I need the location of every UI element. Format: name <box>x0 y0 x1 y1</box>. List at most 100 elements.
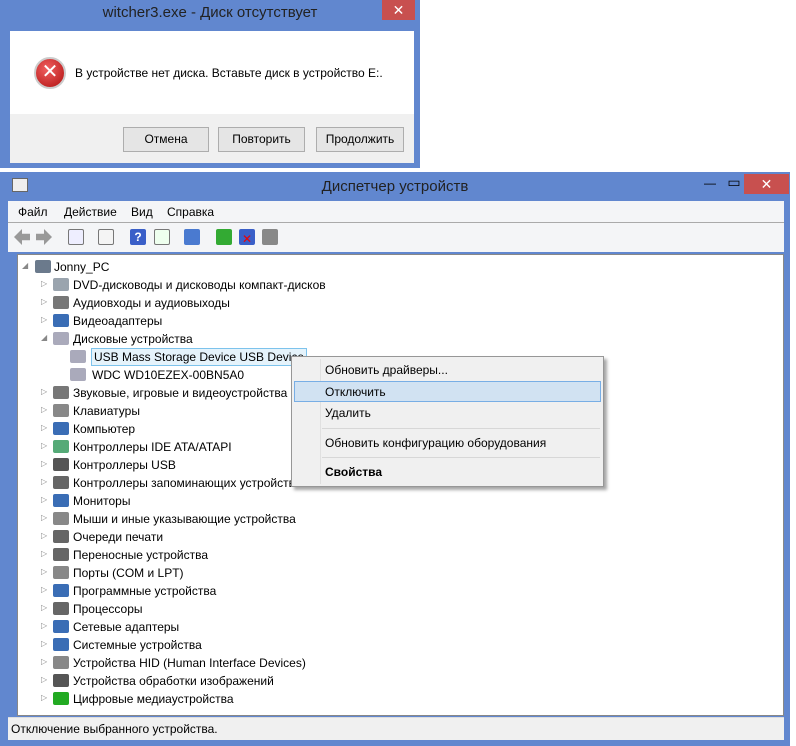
expand-arrow-icon[interactable]: ▷ <box>41 657 47 666</box>
tree-item[interactable]: Клавиатуры <box>73 403 140 419</box>
menu-separator <box>322 457 600 458</box>
expand-arrow-icon[interactable]: ▷ <box>41 495 47 504</box>
uninstall-device-icon[interactable] <box>262 229 278 245</box>
tree-item-selected[interactable]: USB Mass Storage Device USB Device <box>90 348 308 366</box>
expand-arrow-icon[interactable]: ▷ <box>41 459 47 468</box>
tree-item[interactable]: Устройства HID (Human Interface Devices) <box>73 655 306 671</box>
tree-item[interactable]: Мониторы <box>73 493 130 509</box>
device-category-icon <box>53 548 69 561</box>
maximize-button[interactable]: ▭ <box>724 174 744 191</box>
menu-item-disable[interactable]: Отключить <box>325 385 386 399</box>
expand-arrow-icon[interactable]: ▷ <box>41 441 47 450</box>
expand-arrow-icon[interactable]: ▷ <box>41 621 47 630</box>
dialog-message: В устройстве нет диска. Вставьте диск в … <box>75 66 383 80</box>
tree-item[interactable]: Очереди печати <box>73 529 163 545</box>
device-category-icon <box>53 494 69 507</box>
context-menu: Обновить драйверы... Отключить Удалить О… <box>291 356 604 487</box>
menu-bar: Файл Действие Вид Справка <box>8 201 784 223</box>
dialog-title: witcher3.exe - Диск отсутствует <box>102 4 318 21</box>
device-category-icon <box>53 656 69 669</box>
menu-file[interactable]: Файл <box>18 205 48 219</box>
menu-help[interactable]: Справка <box>167 205 214 219</box>
menu-item-scan-hardware[interactable]: Обновить конфигурацию оборудования <box>325 436 546 450</box>
tree-item[interactable]: Видеоадаптеры <box>73 313 162 329</box>
status-text: Отключение выбранного устройства. <box>11 722 218 736</box>
expand-arrow-icon[interactable]: ▷ <box>41 279 47 288</box>
expand-arrow-icon[interactable]: ▷ <box>41 405 47 414</box>
collapse-arrow-icon[interactable]: ◢ <box>22 261 28 270</box>
tree-item[interactable]: DVD-дисководы и дисководы компакт-дисков <box>73 277 326 293</box>
expand-arrow-icon[interactable]: ▷ <box>41 531 47 540</box>
tree-item[interactable]: Аудиовходы и аудиовыходы <box>73 295 230 311</box>
device-category-icon <box>35 260 51 273</box>
tree-item[interactable]: Контроллеры USB <box>73 457 176 473</box>
tree-item[interactable]: Jonny_PC <box>54 259 109 275</box>
device-category-icon <box>53 692 69 705</box>
device-category-icon <box>53 476 69 489</box>
cancel-button[interactable]: Отмена <box>123 127 209 152</box>
expand-arrow-icon[interactable]: ▷ <box>41 603 47 612</box>
expand-arrow-icon[interactable]: ▷ <box>41 585 47 594</box>
tree-item[interactable]: Переносные устройства <box>73 547 208 563</box>
properties-icon[interactable] <box>98 229 114 245</box>
scan-hardware-icon[interactable] <box>184 229 200 245</box>
device-category-icon <box>53 332 69 345</box>
expand-arrow-icon[interactable]: ▷ <box>41 423 47 432</box>
device-category-icon <box>53 674 69 687</box>
device-category-icon <box>70 350 86 363</box>
forward-icon[interactable] <box>36 229 52 245</box>
device-category-icon <box>53 512 69 525</box>
tree-item[interactable]: Звуковые, игровые и видеоустройства <box>73 385 287 401</box>
expand-arrow-icon[interactable]: ▷ <box>41 315 47 324</box>
dialog-close-button[interactable]: ✕ <box>382 0 415 20</box>
menu-item-properties[interactable]: Свойства <box>325 465 382 479</box>
back-icon[interactable] <box>14 229 30 245</box>
menu-item-uninstall[interactable]: Удалить <box>325 406 371 420</box>
expand-arrow-icon[interactable]: ▷ <box>41 513 47 522</box>
device-category-icon <box>53 314 69 327</box>
tree-item[interactable]: Процессоры <box>73 601 143 617</box>
disable-device-icon[interactable]: ✕ <box>239 229 255 246</box>
device-category-icon <box>53 602 69 615</box>
retry-button[interactable]: Повторить <box>218 127 305 152</box>
menu-item-update-drivers[interactable]: Обновить драйверы... <box>325 363 448 377</box>
tree-item[interactable]: Мыши и иные указывающие устройства <box>73 511 296 527</box>
expand-arrow-icon[interactable]: ▷ <box>41 387 47 396</box>
device-category-icon <box>53 404 69 417</box>
expand-arrow-icon[interactable]: ▷ <box>41 549 47 558</box>
tree-item[interactable]: Системные устройства <box>73 637 202 653</box>
tree-item[interactable]: Компьютер <box>73 421 135 437</box>
show-hide-tree-icon[interactable] <box>68 229 84 245</box>
tree-item[interactable]: WDC WD10EZEX-00BN5A0 <box>92 367 244 383</box>
update-driver-icon[interactable] <box>216 229 232 245</box>
expand-arrow-icon[interactable]: ▷ <box>41 567 47 576</box>
action-pane-icon[interactable] <box>154 229 170 245</box>
expand-arrow-icon[interactable]: ▷ <box>41 297 47 306</box>
help-icon[interactable]: ? <box>130 229 146 245</box>
minimize-button[interactable]: — <box>700 176 720 190</box>
tree-item[interactable]: Контроллеры запоминающих устройств <box>73 475 295 491</box>
expand-arrow-icon[interactable]: ▷ <box>41 477 47 486</box>
tree-item[interactable]: Цифровые медиаустройства <box>73 691 234 707</box>
device-category-icon <box>53 422 69 435</box>
expand-arrow-icon[interactable]: ▷ <box>41 693 47 702</box>
toolbar: ? ✕ <box>8 223 784 252</box>
window-close-button[interactable]: ✕ <box>744 174 789 194</box>
tree-item[interactable]: Устройства обработки изображений <box>73 673 274 689</box>
tree-item[interactable]: Программные устройства <box>73 583 216 599</box>
error-dialog: witcher3.exe - Диск отсутствует ✕ ✕ В ус… <box>0 0 420 168</box>
expand-arrow-icon[interactable]: ▷ <box>41 675 47 684</box>
menu-separator <box>322 428 600 429</box>
tree-item[interactable]: Дисковые устройства <box>73 331 193 347</box>
tree-item[interactable]: Контроллеры IDE ATA/ATAPI <box>73 439 232 455</box>
menu-view[interactable]: Вид <box>131 205 153 219</box>
expand-arrow-icon[interactable]: ▷ <box>41 639 47 648</box>
tree-item[interactable]: Сетевые адаптеры <box>73 619 179 635</box>
device-category-icon <box>53 386 69 399</box>
menu-action[interactable]: Действие <box>64 205 117 219</box>
device-category-icon <box>53 296 69 309</box>
tree-item[interactable]: Порты (COM и LPT) <box>73 565 184 581</box>
continue-button[interactable]: Продолжить <box>316 127 404 152</box>
device-category-icon <box>53 638 69 651</box>
collapse-arrow-icon[interactable]: ◢ <box>41 333 47 342</box>
